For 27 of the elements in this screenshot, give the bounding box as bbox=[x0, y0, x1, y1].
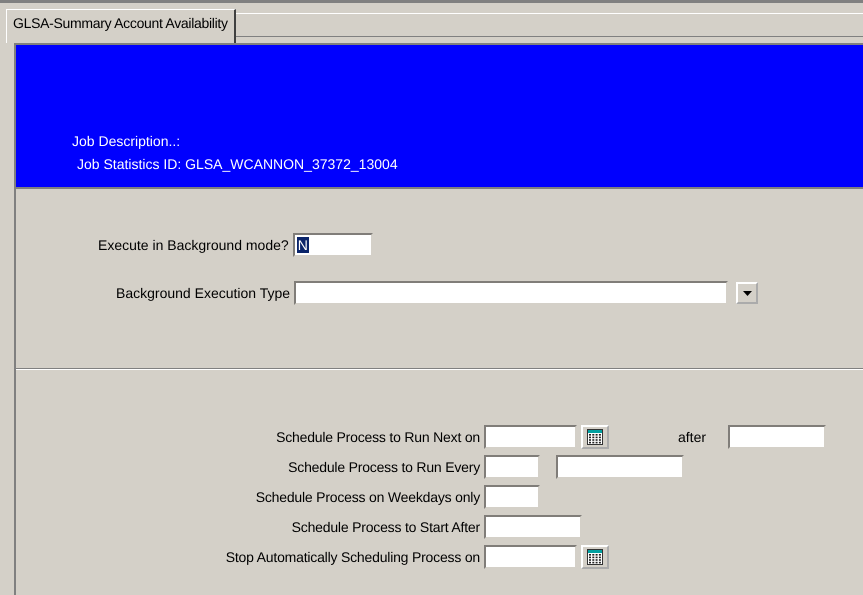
input-field[interactable] bbox=[484, 514, 582, 538]
dropdown-button[interactable] bbox=[736, 282, 758, 304]
field-label: Stop Automatically Scheduling Process on bbox=[224, 548, 480, 564]
calendar-icon bbox=[587, 428, 603, 444]
field-label: Schedule Process on Weekdays only bbox=[254, 488, 480, 504]
date-field[interactable] bbox=[484, 424, 577, 448]
input-field[interactable] bbox=[484, 484, 540, 508]
tab[interactable]: GLSA-Summary Account Availability bbox=[6, 9, 236, 43]
input-field[interactable] bbox=[484, 454, 540, 478]
field-value: N bbox=[296, 237, 309, 253]
input-field[interactable] bbox=[728, 424, 826, 448]
calendar-icon bbox=[587, 548, 603, 564]
field-label: after bbox=[678, 428, 706, 444]
field-label: Schedule Process to Start After bbox=[290, 518, 480, 534]
field-label: Schedule Process to Run Every bbox=[287, 458, 480, 474]
input-field[interactable] bbox=[556, 454, 684, 478]
field-label: Execute in Background mode? bbox=[98, 237, 289, 253]
input-field[interactable]: N bbox=[292, 233, 373, 257]
caret-icon bbox=[742, 290, 752, 296]
field-label: Background Execution Type bbox=[116, 285, 290, 301]
calendar-button[interactable] bbox=[581, 544, 609, 568]
dropdown-field[interactable] bbox=[294, 281, 728, 305]
field-label: Schedule Process to Run Next on bbox=[275, 428, 480, 444]
date-field[interactable] bbox=[484, 544, 577, 568]
job-statistics-id: Job Statistics ID: GLSA_WCANNON_37372_13004 bbox=[76, 156, 399, 172]
job-description-label: Job Description..: bbox=[72, 133, 182, 149]
calendar-button[interactable] bbox=[581, 424, 609, 448]
